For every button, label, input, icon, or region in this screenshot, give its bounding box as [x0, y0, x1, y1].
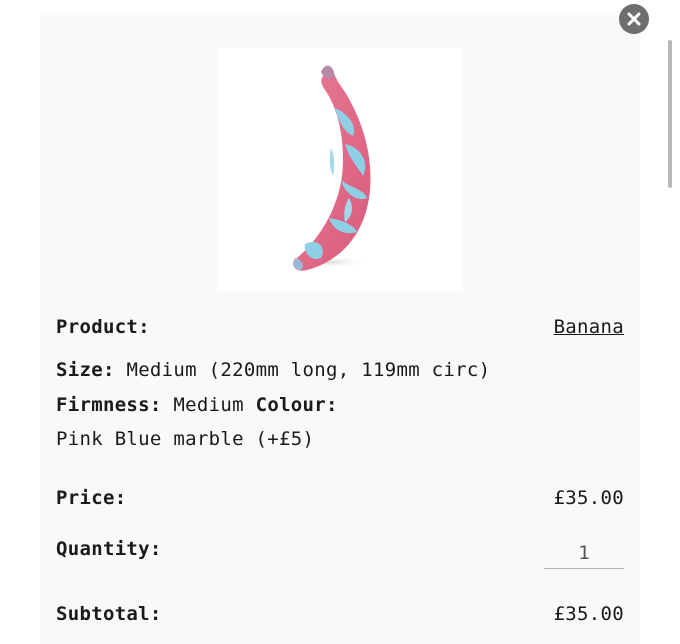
price-value: £35.00: [553, 487, 624, 509]
quantity-input[interactable]: [544, 531, 624, 569]
subtotal-row: Subtotal: £35.00: [56, 602, 624, 626]
banana-image: [287, 65, 371, 271]
colour-row: Pink Blue marble (+£5): [56, 427, 624, 451]
quantity-label: Quantity:: [56, 538, 162, 560]
subtotal-label: Subtotal:: [56, 603, 162, 625]
subtotal-value: £35.00: [553, 603, 624, 625]
firmness-label: Firmness:: [56, 394, 162, 416]
product-image: [217, 48, 463, 292]
firmness-value: Medium: [173, 394, 244, 416]
close-button[interactable]: [619, 4, 649, 34]
quantity-row: Quantity:: [56, 531, 624, 569]
scrollbar-thumb[interactable]: [668, 40, 672, 188]
product-name-link[interactable]: Banana: [554, 315, 624, 339]
product-label: Product:: [56, 316, 150, 338]
product-row: Product: Banana: [56, 315, 624, 339]
size-row: Size: Medium (220mm long, 119mm circ): [56, 358, 624, 382]
price-row: Price: £35.00: [56, 486, 624, 510]
price-label: Price:: [56, 487, 127, 509]
close-icon: [627, 12, 641, 26]
size-label: Size:: [56, 359, 115, 381]
firmness-row: Firmness: Medium Colour:: [56, 393, 624, 417]
size-value: Medium (220mm long, 119mm circ): [126, 359, 491, 381]
colour-label: Colour:: [255, 394, 338, 416]
colour-value: Pink Blue marble (+£5): [56, 428, 315, 450]
page: Product: Banana Size: Medium (220mm long…: [0, 0, 680, 644]
